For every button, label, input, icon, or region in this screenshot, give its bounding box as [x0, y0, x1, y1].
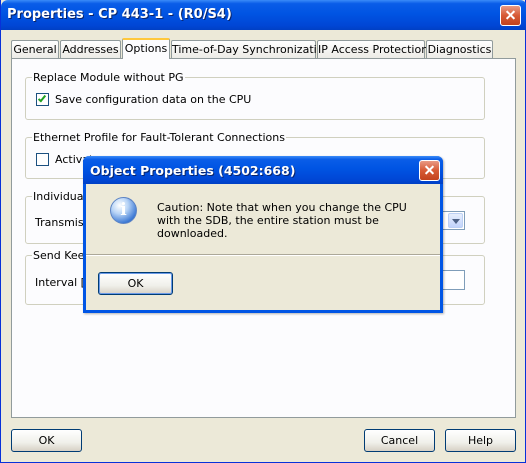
dialog-ok-button[interactable]: OK: [98, 272, 173, 295]
tab-label: General: [13, 43, 57, 56]
tab-label: Diagnostics: [427, 43, 492, 56]
save-config-checkbox-row[interactable]: Save configuration data on the CPU: [36, 93, 251, 106]
tab-ip-access-protection[interactable]: IP Access Protection: [317, 40, 429, 58]
dialog-message: Caution: Note that when you change the C…: [157, 201, 407, 240]
ok-button[interactable]: OK: [11, 429, 82, 452]
tab-label: IP Access Protection: [318, 43, 429, 56]
close-icon: [420, 161, 439, 180]
info-icon: i: [110, 197, 137, 224]
tab-diagnostics[interactable]: Diagnostics: [426, 40, 493, 58]
object-properties-dialog: Object Properties (4502:668) i Caution: …: [83, 156, 443, 313]
activate-checkbox[interactable]: [36, 153, 49, 166]
title-bar[interactable]: Properties - CP 443-1 - (R0/S4): [1, 0, 526, 30]
close-button[interactable]: [500, 5, 521, 26]
tab-label: Options: [124, 42, 168, 55]
dialog-close-button[interactable]: [419, 160, 440, 181]
tab-label: Time-of-Day Synchronization: [172, 43, 331, 56]
tab-label: Addresses: [62, 43, 119, 56]
tab-general[interactable]: General: [11, 40, 59, 58]
dialog-title-bar[interactable]: Object Properties (4502:668): [83, 156, 443, 184]
dropdown-button[interactable]: [448, 213, 463, 228]
ethernet-profile-group-label: Ethernet Profile for Fault-Tolerant Conn…: [32, 131, 286, 144]
save-config-label: Save configuration data on the CPU: [55, 93, 252, 106]
checkmark-icon: [37, 93, 47, 103]
replace-module-group: Replace Module without PG Save configura…: [25, 71, 485, 120]
individual-group-label: Individual: [32, 190, 88, 203]
properties-window: Properties - CP 443-1 - (R0/S4) General …: [0, 0, 526, 463]
replace-module-group-label: Replace Module without PG: [32, 71, 185, 84]
help-button[interactable]: Help: [445, 429, 516, 452]
dialog-title: Object Properties (4502:668): [90, 163, 296, 178]
dialog-separator: [86, 254, 440, 256]
tab-time-of-day-synchronization[interactable]: Time-of-Day Synchronization: [171, 40, 330, 58]
close-icon: [501, 6, 520, 25]
save-config-checkbox[interactable]: [36, 93, 49, 106]
cancel-button[interactable]: Cancel: [364, 429, 435, 452]
tab-options[interactable]: Options: [122, 38, 170, 59]
window-title: Properties - CP 443-1 - (R0/S4): [7, 7, 232, 22]
chevron-down-icon: [452, 219, 460, 224]
tab-addresses[interactable]: Addresses: [60, 40, 121, 58]
